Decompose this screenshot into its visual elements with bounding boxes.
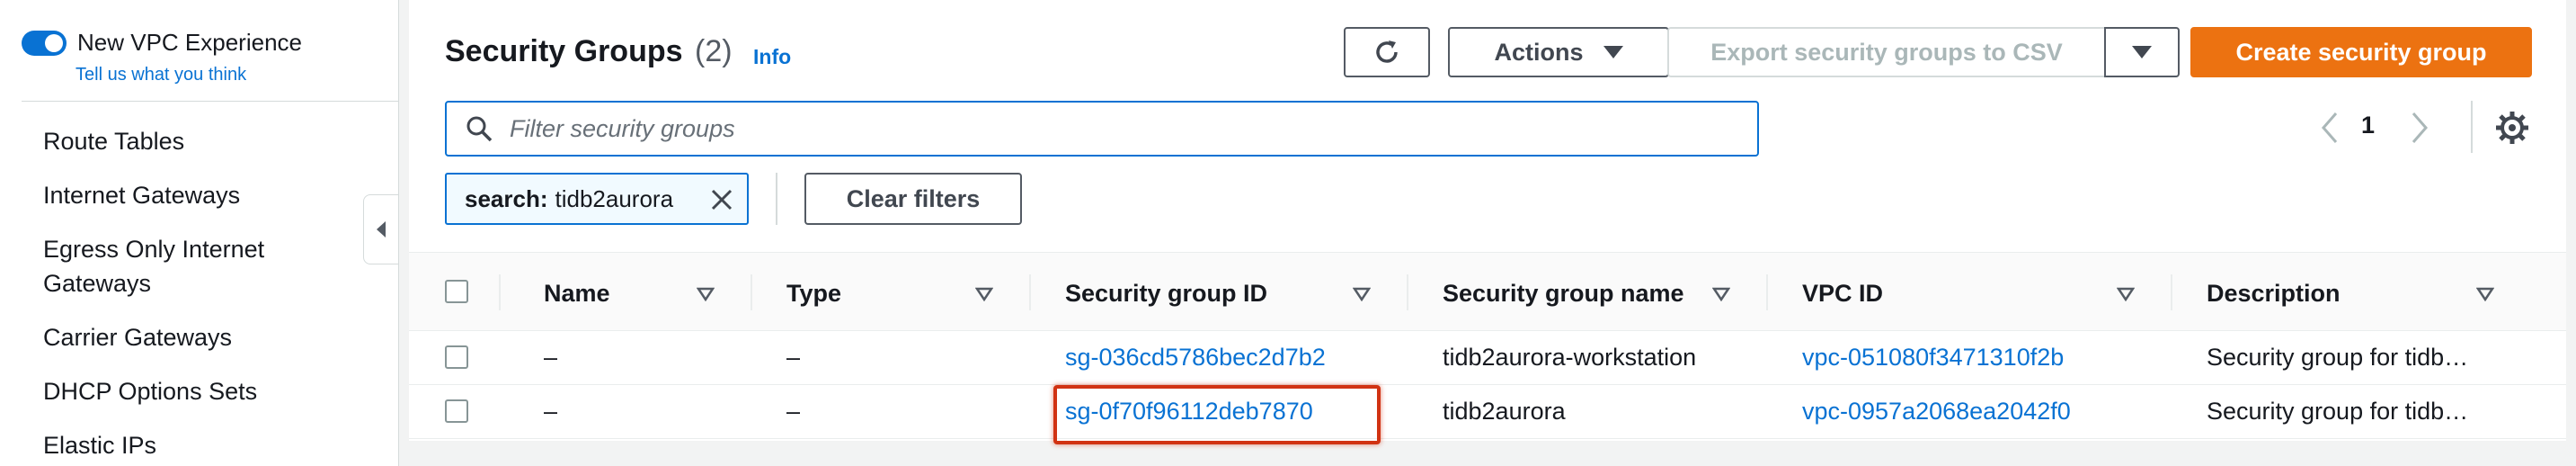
info-link[interactable]: Info bbox=[753, 45, 791, 69]
cell-name: – bbox=[544, 398, 558, 425]
cell-type: – bbox=[786, 398, 801, 425]
sort-icon[interactable] bbox=[697, 287, 715, 301]
filter-token-key: search: bbox=[465, 184, 548, 212]
sort-icon[interactable] bbox=[1712, 287, 1730, 301]
cell-name: – bbox=[544, 344, 558, 371]
column-separator bbox=[499, 274, 501, 310]
filter-input[interactable] bbox=[510, 114, 1678, 143]
new-vpc-toggle-row: New VPC Experience bbox=[22, 29, 302, 57]
export-csv-button[interactable]: Export security groups to CSV bbox=[1667, 27, 2104, 77]
current-page-number[interactable]: 1 bbox=[2361, 112, 2375, 139]
actions-dropdown[interactable]: Actions bbox=[1448, 27, 1669, 77]
sort-icon[interactable] bbox=[1353, 287, 1371, 301]
caret-down-icon bbox=[2132, 46, 2152, 58]
new-vpc-experience-toggle[interactable] bbox=[22, 30, 67, 56]
column-separator bbox=[2171, 274, 2172, 310]
result-count: (2) bbox=[695, 34, 733, 68]
row-checkbox[interactable] bbox=[445, 345, 468, 369]
sidebar-item-carrier-gateways[interactable]: Carrier Gateways bbox=[43, 315, 367, 360]
select-all-checkbox[interactable] bbox=[445, 280, 468, 303]
sidebar-item-elastic-ips[interactable]: Elastic IPs bbox=[43, 423, 367, 466]
chevron-left-icon bbox=[377, 221, 386, 237]
column-separator bbox=[1029, 274, 1031, 310]
column-separator bbox=[1407, 274, 1408, 310]
row-checkbox[interactable] bbox=[445, 399, 468, 423]
cell-security-group-id-link[interactable]: sg-036cd5786bec2d7b2 bbox=[1065, 344, 1326, 372]
cell-security-group-name: tidb2aurora bbox=[1443, 398, 1566, 425]
filter-token: search: tidb2aurora bbox=[445, 173, 749, 225]
sort-icon[interactable] bbox=[2476, 287, 2494, 301]
export-options-dropdown[interactable] bbox=[2104, 27, 2180, 77]
column-separator bbox=[751, 274, 752, 310]
filter-token-value: tidb2aurora bbox=[555, 184, 674, 212]
column-header-description[interactable]: Description bbox=[2207, 280, 2341, 308]
next-page-icon[interactable] bbox=[2406, 108, 2433, 148]
column-header-name[interactable]: Name bbox=[544, 280, 610, 308]
table-header: Name Type Security group ID Security gro… bbox=[409, 252, 2566, 331]
highlight-annotation-box bbox=[1053, 385, 1381, 444]
sidebar: New VPC Experience Tell us what you thin… bbox=[0, 0, 399, 466]
cell-description: Security group for tidb… bbox=[2207, 344, 2469, 371]
sort-icon[interactable] bbox=[975, 287, 993, 301]
refresh-button[interactable] bbox=[1344, 27, 1430, 77]
feedback-link[interactable]: Tell us what you think bbox=[76, 65, 246, 85]
cell-description: Security group for tidb… bbox=[2207, 398, 2469, 425]
table-row[interactable]: – – sg-0f70f96112deb7870 tidb2aurora vpc… bbox=[409, 385, 2566, 439]
cell-type: – bbox=[786, 344, 801, 371]
collapse-sidebar-button[interactable] bbox=[363, 194, 399, 264]
refresh-icon bbox=[1376, 40, 1398, 63]
cell-vpc-id-link[interactable]: vpc-0957a2068ea2042f0 bbox=[1802, 398, 2071, 426]
sidebar-nav: Route Tables Internet Gateways Egress On… bbox=[43, 119, 367, 466]
column-header-vpc-id[interactable]: VPC ID bbox=[1802, 280, 1883, 308]
token-divider bbox=[776, 173, 777, 225]
security-groups-panel: Security Groups (2) Info Actions Export … bbox=[409, 0, 2566, 441]
cell-security-group-name: tidb2aurora-workstation bbox=[1443, 344, 1697, 371]
sidebar-item-dhcp-options-sets[interactable]: DHCP Options Sets bbox=[43, 369, 367, 414]
cell-vpc-id-link[interactable]: vpc-051080f3471310f2b bbox=[1802, 344, 2064, 372]
column-header-type[interactable]: Type bbox=[786, 280, 841, 308]
close-icon[interactable] bbox=[709, 187, 734, 212]
caret-down-icon bbox=[1603, 46, 1623, 58]
gear-icon[interactable] bbox=[2494, 110, 2530, 146]
create-security-group-button[interactable]: Create security group bbox=[2190, 27, 2532, 77]
column-header-security-group-id[interactable]: Security group ID bbox=[1065, 280, 1267, 308]
filter-bar bbox=[445, 101, 1759, 157]
pager-divider bbox=[2471, 101, 2473, 153]
column-header-security-group-name[interactable]: Security group name bbox=[1443, 280, 1684, 308]
column-separator bbox=[1766, 274, 1768, 310]
search-icon bbox=[466, 116, 493, 142]
page-title: Security Groups bbox=[445, 34, 683, 68]
actions-label: Actions bbox=[1494, 38, 1584, 66]
previous-page-icon[interactable] bbox=[2316, 108, 2343, 148]
table-row[interactable]: – – sg-036cd5786bec2d7b2 tidb2aurora-wor… bbox=[409, 331, 2566, 385]
new-vpc-experience-label: New VPC Experience bbox=[77, 29, 302, 56]
sidebar-item-route-tables[interactable]: Route Tables bbox=[43, 119, 367, 164]
sidebar-item-egress-only-internet-gateways[interactable]: Egress Only Internet Gateways bbox=[43, 227, 367, 306]
sidebar-item-internet-gateways[interactable]: Internet Gateways bbox=[43, 173, 367, 218]
clear-filters-button[interactable]: Clear filters bbox=[804, 173, 1022, 225]
sort-icon[interactable] bbox=[2117, 287, 2135, 301]
sidebar-divider bbox=[22, 101, 399, 102]
